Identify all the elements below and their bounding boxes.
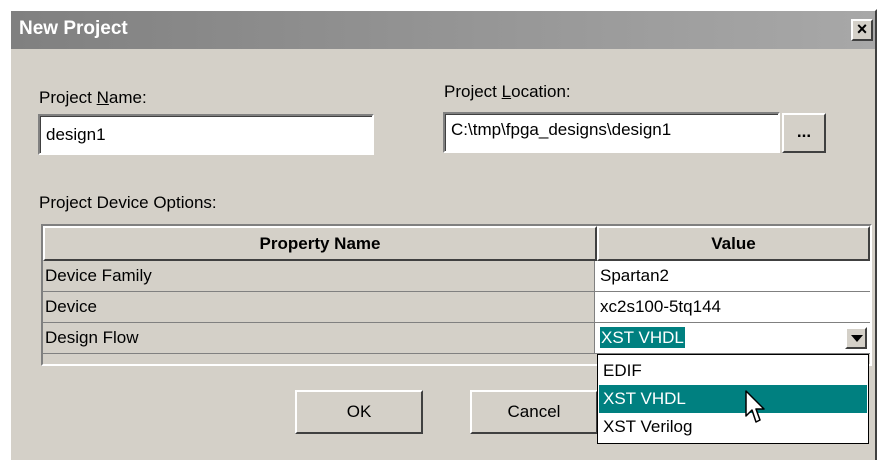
- row-name-device-family[interactable]: Device Family: [43, 261, 595, 292]
- project-name-value: design1: [46, 125, 106, 144]
- browse-button[interactable]: ...: [782, 113, 826, 153]
- project-location-label: Project Location:: [444, 82, 571, 101]
- close-icon: ×: [856, 19, 868, 39]
- project-location-input[interactable]: C:\tmp\fpga_designs\design1: [443, 112, 780, 153]
- design-flow-selected-value: XST VHDL: [600, 327, 685, 348]
- mouse-pointer-icon: [745, 390, 765, 423]
- project-name-input[interactable]: design1: [38, 114, 374, 155]
- chevron-down-icon[interactable]: [845, 327, 867, 349]
- cancel-button[interactable]: Cancel: [470, 390, 598, 434]
- device-options-label: Project Device Options:: [39, 193, 217, 212]
- value-header[interactable]: Value: [597, 226, 870, 261]
- dropdown-option-edif[interactable]: EDIF: [599, 357, 867, 385]
- dialog-title: New Project: [19, 18, 128, 39]
- row-name-device[interactable]: Device: [43, 292, 595, 323]
- row-name-design-flow[interactable]: Design Flow: [43, 323, 595, 354]
- ok-button[interactable]: OK: [295, 390, 423, 434]
- device-options-grid: Property Name Value Device Family Sparta…: [41, 224, 872, 366]
- design-flow-dropdown-list: EDIF XST VHDL XST Verilog: [597, 354, 869, 444]
- close-button[interactable]: ×: [851, 19, 873, 41]
- project-name-label: Project Name:: [39, 88, 147, 107]
- property-name-header[interactable]: Property Name: [43, 226, 597, 261]
- project-location-value: C:\tmp\fpga_designs\design1: [451, 120, 672, 139]
- row-value-device[interactable]: xc2s100-5tq144: [595, 292, 870, 323]
- title-bar[interactable]: New Project ×: [11, 11, 875, 49]
- row-value-device-family[interactable]: Spartan2: [595, 261, 870, 292]
- design-flow-combobox[interactable]: XST VHDL: [595, 323, 870, 354]
- dropdown-option-xst-vhdl[interactable]: XST VHDL: [599, 385, 867, 413]
- dropdown-option-xst-verilog[interactable]: XST Verilog: [599, 413, 867, 441]
